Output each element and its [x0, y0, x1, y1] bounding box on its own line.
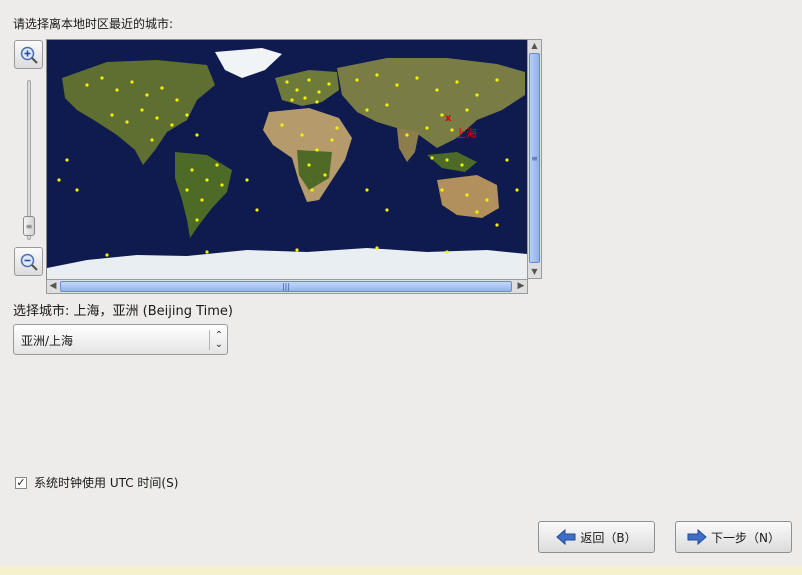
- map-prompt: 请选择离本地时区最近的城市:: [13, 17, 174, 31]
- next-button[interactable]: 下一步（N）: [675, 521, 792, 553]
- vertical-scroll-thumb[interactable]: ≡: [529, 53, 540, 263]
- combo-separator: [209, 330, 210, 350]
- selected-city-marker: x: [445, 113, 452, 124]
- utc-checkbox-label: 系统时钟使用 UTC 时间(S): [34, 476, 179, 490]
- arrow-left-icon: [556, 528, 576, 546]
- selected-city-map-label: 上海: [455, 126, 477, 140]
- combo-chevron-icon: ⌃ ⌄: [214, 330, 224, 350]
- map-vertical-scrollbar[interactable]: ▲ ≡ ▼: [527, 39, 542, 279]
- bottom-status-strip: [0, 566, 802, 575]
- zoom-in-icon: [20, 46, 38, 64]
- next-button-label: 下一步（N）: [711, 530, 780, 545]
- scroll-up-arrow-icon[interactable]: ▲: [528, 40, 541, 52]
- scroll-left-arrow-icon[interactable]: ◀: [47, 280, 59, 293]
- zoom-slider-thumb[interactable]: ≡: [23, 216, 35, 236]
- timezone-select[interactable]: 亚洲/上海 ⌃ ⌄: [13, 324, 228, 355]
- horizontal-scroll-thumb[interactable]: |||: [60, 281, 512, 292]
- back-button[interactable]: 返回（B）: [538, 521, 655, 553]
- arrow-right-icon: [687, 528, 707, 546]
- scroll-right-arrow-icon[interactable]: ▶: [515, 280, 527, 293]
- scroll-down-arrow-icon[interactable]: ▼: [528, 266, 541, 278]
- zoom-in-button[interactable]: [14, 40, 43, 69]
- zoom-out-button[interactable]: [14, 247, 43, 276]
- zoom-out-icon: [20, 253, 38, 271]
- utc-checkbox[interactable]: ✓: [15, 476, 27, 489]
- timezone-select-value: 亚洲/上海: [21, 334, 74, 348]
- back-button-label: 返回（B）: [580, 530, 637, 545]
- world-map-image[interactable]: x 上海: [47, 40, 527, 279]
- utc-checkbox-row[interactable]: ✓ 系统时钟使用 UTC 时间(S): [15, 474, 178, 491]
- selected-city-text: 选择城市: 上海，亚洲 (Beijing Time): [13, 304, 233, 319]
- map-horizontal-scrollbar[interactable]: ◀ ||| ▶: [46, 279, 528, 294]
